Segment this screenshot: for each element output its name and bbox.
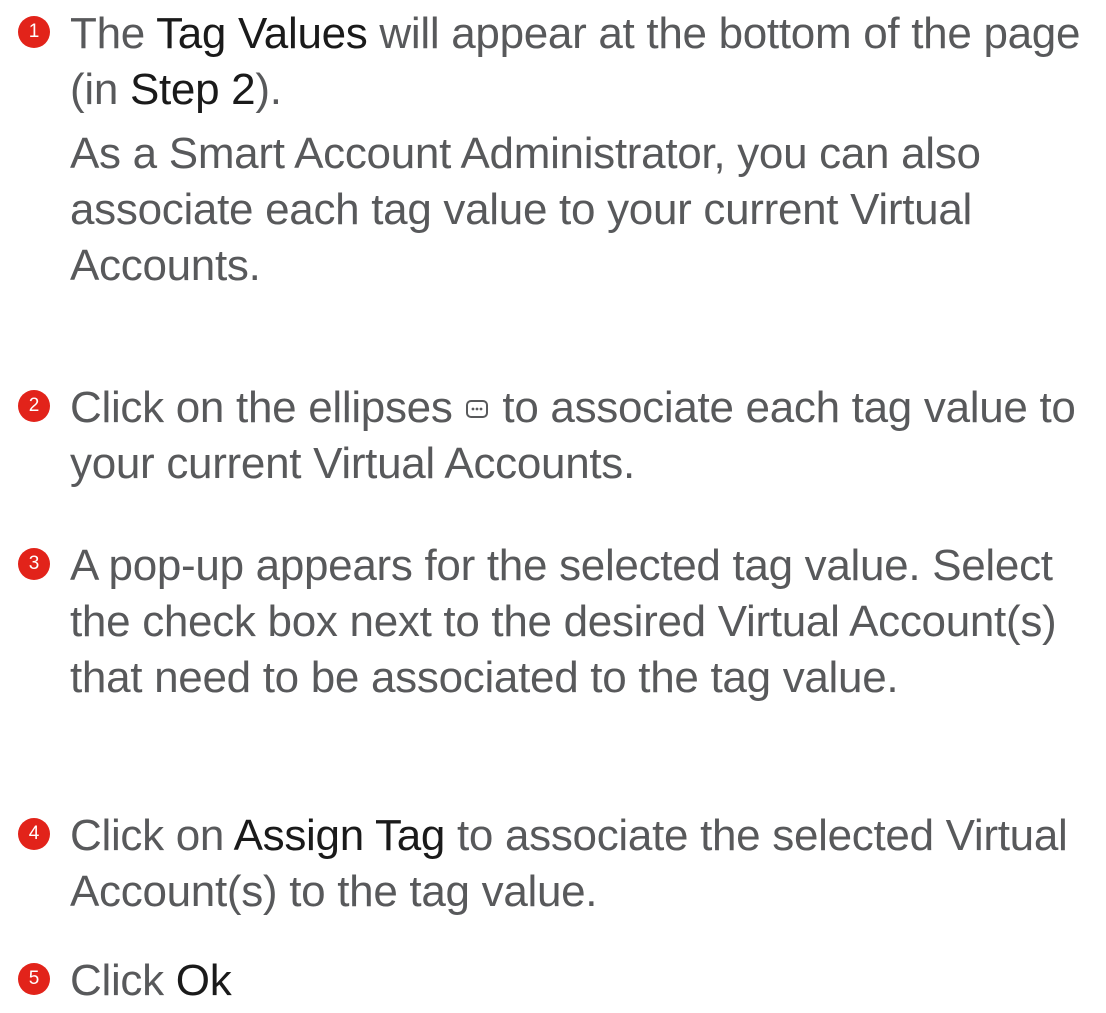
step-4: 4 Click on Assign Tag to associate the s…: [18, 808, 1100, 920]
step-paragraph: As a Smart Account Administrator, you ca…: [70, 129, 981, 290]
text-run: Click: [70, 956, 176, 1005]
step-2-highlight: Step 2: [129, 65, 256, 114]
text-run: ).: [255, 65, 282, 114]
step-2: 2 Click on the ellipses to associate eac…: [18, 380, 1100, 492]
step-number-badge: 4: [18, 818, 50, 850]
ellipsis-icon: [464, 388, 490, 428]
step-number-badge: 1: [18, 16, 50, 48]
step-paragraph: The Tag Values will appear at the bottom…: [70, 6, 1100, 118]
step-text: Click on the ellipses to associate each …: [70, 380, 1100, 492]
step-paragraph: Click on the ellipses to associate each …: [70, 380, 1100, 492]
tag-values-highlight: Tag Values: [156, 9, 368, 58]
step-number-badge: 5: [18, 963, 50, 995]
step-text: Click Ok: [70, 953, 1100, 1009]
step-paragraph: A pop-up appears for the selected tag va…: [70, 541, 1057, 702]
ok-highlight: Ok: [175, 956, 232, 1005]
step-5: 5 Click Ok: [18, 953, 1100, 1009]
step-number-badge: 2: [18, 390, 50, 422]
step-text: The Tag Values will appear at the bottom…: [70, 6, 1100, 294]
step-1: 1 The Tag Values will appear at the bott…: [18, 6, 1100, 294]
step-paragraph: Click Ok: [70, 953, 1100, 1009]
text-run: Click on: [70, 811, 234, 860]
step-text: Click on Assign Tag to associate the sel…: [70, 808, 1100, 920]
text-run: The: [70, 9, 157, 58]
assign-tag-highlight: Assign Tag: [233, 811, 446, 860]
step-paragraph: Click on Assign Tag to associate the sel…: [70, 808, 1100, 920]
text-run: Click on the ellipses: [70, 383, 465, 432]
step-number-badge: 3: [18, 548, 50, 580]
step-text: A pop-up appears for the selected tag va…: [70, 538, 1100, 706]
step-3: 3 A pop-up appears for the selected tag …: [18, 538, 1100, 706]
